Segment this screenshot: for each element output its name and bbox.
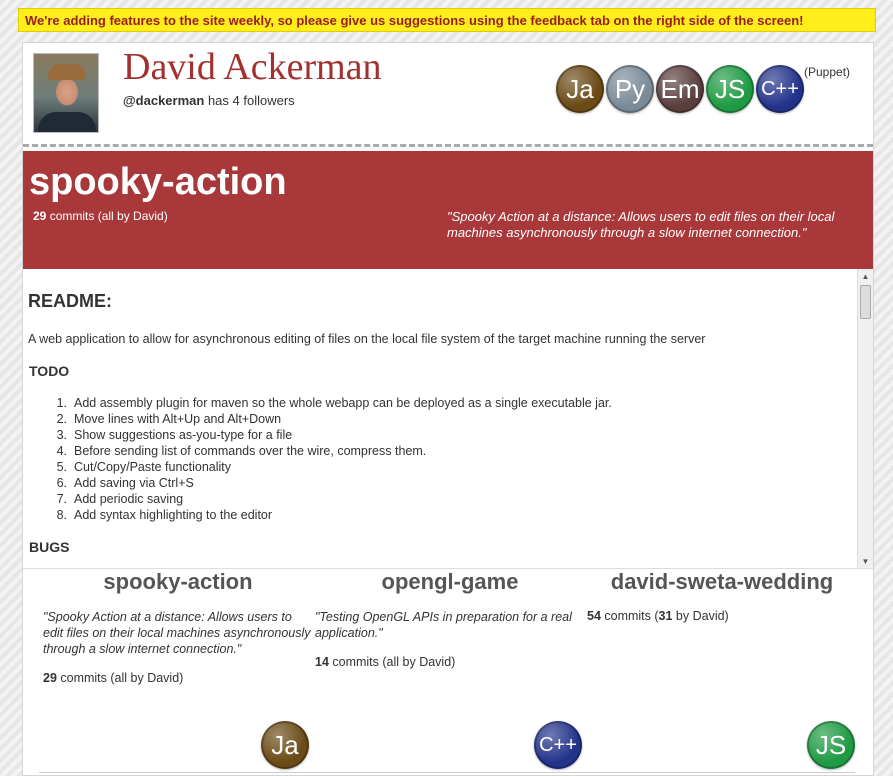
readme-heading: README: — [28, 291, 112, 311]
language-badge-javascript[interactable]: JS — [706, 65, 754, 113]
followers-text: has 4 followers — [204, 93, 295, 108]
language-badge-javascript[interactable]: JS — [807, 721, 855, 769]
bugs-heading: BUGS — [29, 539, 70, 555]
list-item: 2. Move lines with Alt+Up and Alt+Down — [56, 412, 282, 426]
readme-intro: A web application to allow for asynchron… — [28, 332, 706, 346]
readme-content: README: A web application to allow for a… — [23, 269, 857, 568]
scroll-up-arrow-icon[interactable]: ▲ — [858, 269, 873, 283]
language-badge-java[interactable]: Ja — [556, 65, 604, 113]
todo-list: 1. Add assembly plugin for maven so the w… — [43, 395, 612, 523]
user-meta: @dackerman has 4 followers — [123, 93, 295, 108]
todo-heading: TODO — [29, 363, 70, 379]
profile-card: David Ackerman @dackerman has 4 follower… — [22, 42, 874, 776]
section-divider — [23, 144, 873, 147]
user-handle[interactable]: @dackerman — [123, 93, 204, 108]
announcement-banner: We're adding features to the site weekly… — [18, 8, 876, 32]
readme-scrollbar[interactable]: ▲ ▼ — [857, 269, 873, 568]
scrollbar-thumb[interactable] — [860, 285, 871, 319]
list-item: 7. Add periodic saving — [56, 492, 184, 506]
user-name[interactable]: David Ackerman — [123, 45, 382, 89]
section-divider — [39, 772, 855, 773]
language-badge-python[interactable]: Py — [606, 65, 654, 113]
repo-card[interactable]: spooky-action "Spooky Action at a distan… — [43, 569, 313, 685]
list-item: 4. Before sending list of commands over t… — [56, 444, 427, 458]
scroll-down-arrow-icon[interactable]: ▼ — [858, 554, 873, 568]
repo-header: spooky-action 29 commits (all by David) … — [23, 151, 873, 269]
list-item: 3. Show suggestions as-you-type for a fil… — [56, 428, 293, 442]
readme-panel[interactable]: README: A web application to allow for a… — [23, 269, 873, 569]
repo-card-title[interactable]: spooky-action — [43, 569, 313, 595]
repo-card-description: "Spooky Action at a distance: Allows use… — [43, 610, 311, 656]
list-item: 5. Cut/Copy/Paste functionality — [56, 460, 232, 474]
repo-title[interactable]: spooky-action — [29, 161, 287, 204]
announcement-text: We're adding features to the site weekly… — [25, 12, 804, 28]
list-item: 1. Add assembly plugin for maven so the w… — [56, 396, 612, 410]
repo-card-commits: 14 commits (all by David) — [315, 655, 456, 669]
repo-card-commits: 54 commits (31 by David) — [587, 609, 729, 623]
repo-commit-count: 29 commits (all by David) — [33, 209, 168, 223]
list-item: 6. Add saving via Ctrl+S — [56, 476, 194, 490]
language-badge-cpp[interactable]: C++ — [756, 65, 804, 113]
repo-card[interactable]: opengl-game "Testing OpenGL APIs in prep… — [315, 569, 585, 669]
repo-card[interactable]: david-sweta-wedding 54 commits (31 by Da… — [587, 569, 857, 623]
language-label-puppet: (Puppet) — [804, 65, 851, 79]
list-item: 8. Add syntax highlighting to the editor — [56, 508, 273, 522]
repo-description: "Spooky Action at a distance: Allows use… — [447, 209, 835, 240]
language-badge-emacs-lisp[interactable]: Em — [656, 65, 704, 113]
repo-card-commits: 29 commits (all by David) — [43, 671, 184, 685]
language-badge-java[interactable]: Ja — [261, 721, 309, 769]
language-badge-cpp[interactable]: C++ — [534, 721, 582, 769]
repo-card-description: "Testing OpenGL APIs in preparation for … — [315, 610, 572, 640]
repo-card-title[interactable]: david-sweta-wedding — [587, 569, 857, 595]
repo-card-title[interactable]: opengl-game — [315, 569, 585, 595]
avatar[interactable] — [33, 53, 99, 133]
